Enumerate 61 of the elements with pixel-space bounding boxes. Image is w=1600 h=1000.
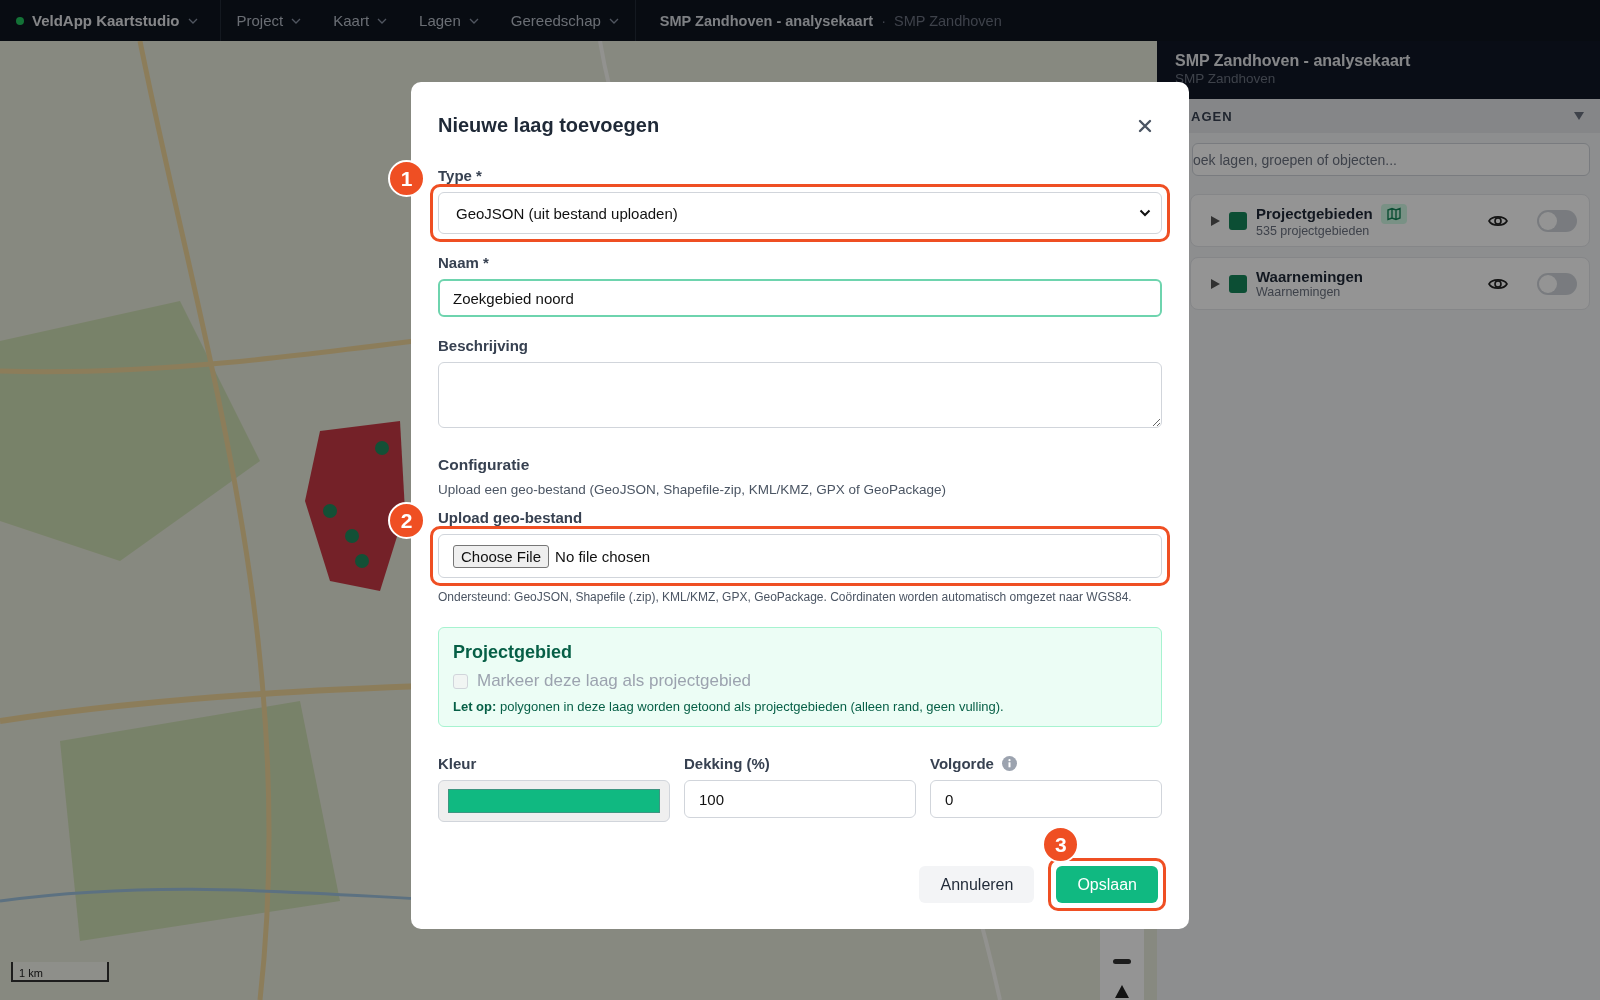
zoom-out-button[interactable] [1113,959,1131,965]
visibility-toggle[interactable] [1537,209,1577,232]
chevron-down-icon[interactable] [187,17,198,24]
search-field[interactable]: oek lagen, groepen of objecten... [1192,143,1590,176]
eye-icon[interactable] [1488,213,1508,228]
chevron-down-icon [1139,209,1151,217]
file-field[interactable]: Choose File No file chosen [438,534,1162,578]
menu-item[interactable]: Project [236,12,284,29]
panel-heading: Projectgebied [453,642,574,663]
expand-triangle-icon[interactable] [1211,215,1220,226]
info-icon[interactable] [1001,756,1017,771]
field-label: Volgorde [930,755,994,772]
step-badge: 3 [1042,826,1080,863]
layer-swatch [1229,274,1247,293]
chevron-down-icon[interactable] [377,17,388,24]
type-select[interactable]: GeoJSON (uit bestand uploaden) [438,192,1162,234]
chevron-down-icon[interactable] [468,17,479,24]
description-field[interactable] [438,362,1162,428]
project-subtitle: SMP Zandhoven [894,12,1002,29]
caret-down-icon [1574,112,1584,120]
layer-name: Waarnemingen [1256,268,1363,285]
menu-item[interactable]: Lagen [419,12,461,29]
dialog-button[interactable]: Annuleren [919,866,1035,903]
layer-card[interactable]: Projectgebieden 535 projectgebieden [1190,194,1590,247]
layer-name: Projectgebieden [1256,205,1373,222]
menu-item[interactable]: Kaart [333,12,370,29]
status-dot-icon [16,16,24,25]
section-heading: Configuratie [438,456,531,474]
chevron-down-icon[interactable] [291,17,302,24]
number-field[interactable]: 100 [684,780,916,818]
layer-detail: Waarnemingen [1256,285,1342,299]
color-field[interactable] [438,780,670,822]
field-label: Beschrijving [438,337,530,354]
separator-dot: · [881,12,886,29]
number-field[interactable]: 0 [930,780,1162,818]
file-status: No file chosen [555,547,651,565]
hint-text: Ondersteund: GeoJSON, Shapefile (.zip), KML/KMZ, GPX, GeoPackage. Coördinaten worden automatisch omgezet naar WGS84. [438,590,1133,605]
help-text: Upload een geo-bestand (GeoJSON, Shapefile-zip, KML/KMZ, GPX of GeoPackage) [438,482,947,497]
eye-icon[interactable] [1488,276,1508,291]
visibility-toggle[interactable] [1537,272,1577,295]
close-icon[interactable] [1138,118,1152,133]
project-title: SMP Zandhoven - analysekaart [659,12,874,29]
app-menu[interactable]: VeldApp Kaartstudio [32,12,180,29]
field-label: Kleur [438,755,477,772]
chevron-down-icon[interactable] [608,17,619,24]
step-badge: 2 [388,502,425,539]
expand-triangle-icon[interactable] [1211,278,1220,289]
layer-detail: 535 projectgebieden [1256,223,1371,238]
panel-title: SMP Zandhoven - analysekaart [1175,52,1412,70]
field-label: Upload geo-bestand [438,509,584,526]
checkbox-label: Markeer deze laag als projectgebied [477,671,752,691]
field-label: Naam * [438,254,490,271]
layer-card[interactable]: Waarnemingen Waarnemingen [1190,257,1590,310]
menu-item[interactable]: Gereedschap [510,12,601,29]
layer-swatch [1229,211,1247,230]
field-label: Dekking (%) [684,755,770,772]
dialog-title: Nieuwe laag toevoegen [438,114,660,137]
name-field[interactable]: Zoekgebied noord [438,279,1162,317]
note-text: Let op: polygonen in deze laag worden getoond als projectgebieden (alleen rand, geen vulling). [453,699,1005,714]
field-label: Type * [438,167,483,184]
choose-file-button[interactable]: Choose File [453,544,550,568]
